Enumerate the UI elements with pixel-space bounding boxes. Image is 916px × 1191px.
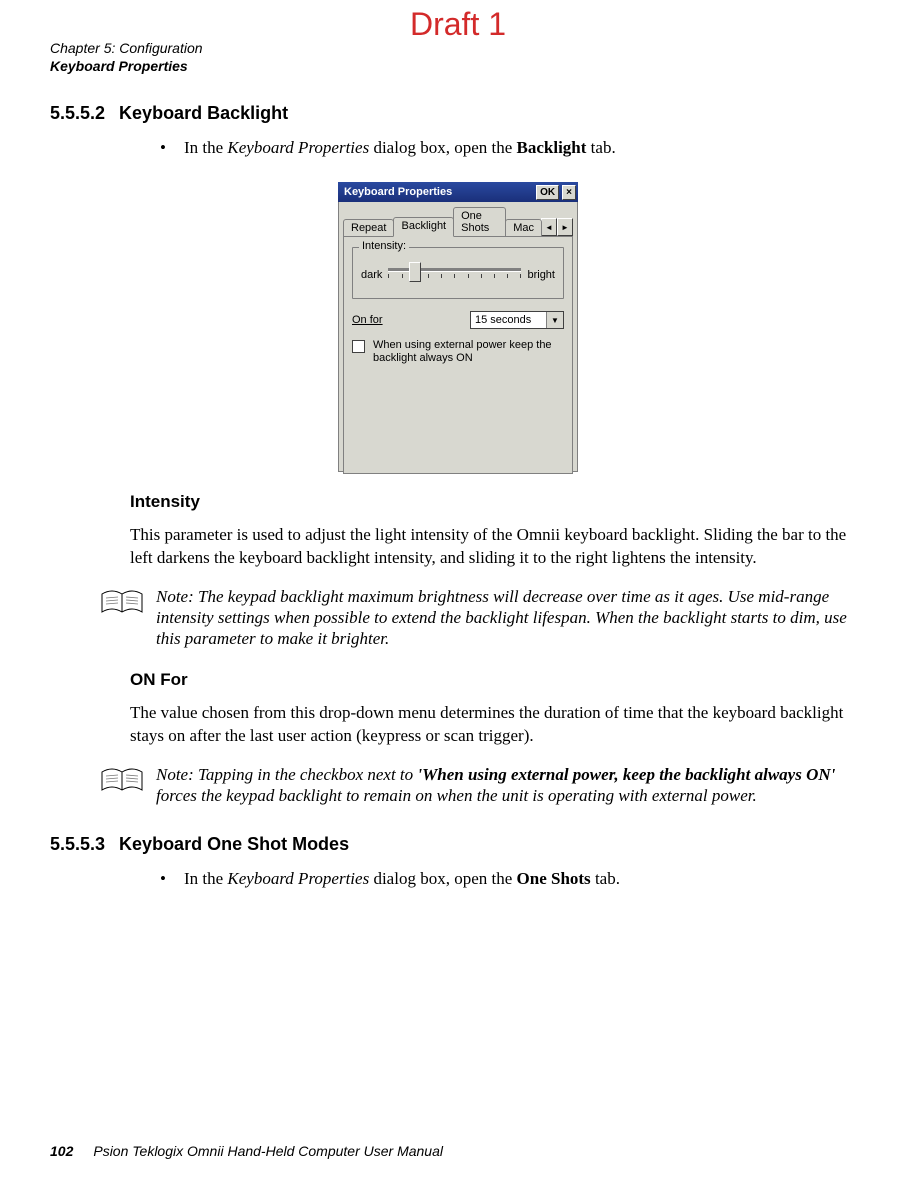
close-button[interactable]: × (562, 185, 576, 200)
dialog-title: Keyboard Properties (344, 186, 533, 198)
section-line: Keyboard Properties (50, 58, 866, 76)
text-fragment: dialog box, open the (369, 138, 516, 157)
on-for-select[interactable]: 15 seconds ▼ (470, 311, 564, 329)
tab-scroll-left-icon[interactable]: ◄ (541, 218, 557, 236)
intensity-legend: Intensity: (359, 240, 409, 252)
note-pre: Tapping in the checkbox next to (198, 765, 417, 784)
tab-scroll-right-icon[interactable]: ► (557, 218, 573, 236)
bullet-text: In the Keyboard Properties dialog box, o… (184, 869, 620, 889)
dark-label: dark (361, 269, 382, 281)
bullet-marker: • (160, 869, 166, 889)
onfor-body: The value chosen from this drop-down men… (130, 702, 866, 748)
section-title: Keyboard Backlight (119, 103, 288, 124)
tab-repeat[interactable]: Repeat (343, 219, 394, 237)
text-fragment: In the (184, 869, 227, 888)
external-power-checkbox[interactable] (352, 340, 365, 353)
text-emphasis: Keyboard Properties (227, 869, 369, 888)
keyboard-properties-dialog: Keyboard Properties OK × Repeat Backligh… (338, 182, 578, 472)
text-fragment: tab. (586, 138, 615, 157)
tab-panel: Intensity: dark bright (343, 236, 573, 474)
page-number: 102 (50, 1143, 73, 1159)
footer-text: Psion Teklogix Omnii Hand-Held Computer … (93, 1143, 443, 1159)
note-post: forces the keypad backlight to remain on… (156, 786, 757, 805)
note-text-body: The keypad backlight maximum brightness … (156, 587, 847, 649)
draft-watermark: Draft 1 (0, 6, 916, 43)
text-fragment: tab. (591, 869, 620, 888)
section-number: 5.5.5.2 (50, 103, 105, 124)
external-power-label: When using external power keep the backl… (373, 339, 564, 365)
tab-mac-partial[interactable]: Mac (505, 219, 542, 237)
note-prefix: Note: (156, 587, 198, 606)
dialog-titlebar[interactable]: Keyboard Properties OK × (338, 182, 578, 202)
bright-label: bright (527, 269, 555, 281)
book-icon (100, 766, 144, 801)
bullet-open-one-shots: • In the Keyboard Properties dialog box,… (160, 869, 866, 889)
section-5-5-5-2: 5.5.5.2 Keyboard Backlight (50, 103, 866, 124)
bullet-marker: • (160, 138, 166, 158)
ok-button[interactable]: OK (536, 185, 559, 200)
note-prefix: Note: (156, 765, 198, 784)
chapter-header: Chapter 5: Configuration Keyboard Proper… (50, 40, 866, 75)
text-bold: One Shots (517, 869, 591, 888)
section-number: 5.5.5.3 (50, 834, 105, 855)
note-onfor: Note: Tapping in the checkbox next to 'W… (100, 764, 866, 807)
text-emphasis: Keyboard Properties (227, 138, 369, 157)
chevron-down-icon[interactable]: ▼ (546, 312, 563, 328)
slider-thumb-icon[interactable] (409, 262, 421, 282)
page-footer: 102 Psion Teklogix Omnii Hand-Held Compu… (50, 1143, 443, 1159)
text-fragment: dialog box, open the (369, 869, 516, 888)
note-intensity: Note: The keypad backlight maximum brigh… (100, 586, 866, 650)
section-title: Keyboard One Shot Modes (119, 834, 349, 855)
onfor-heading: ON For (130, 670, 866, 690)
tab-bar: Repeat Backlight One Shots Mac ◄ ► (343, 206, 573, 236)
book-icon (100, 588, 144, 623)
tab-one-shots[interactable]: One Shots (453, 207, 506, 237)
text-bold: Backlight (517, 138, 587, 157)
intensity-body: This parameter is used to adjust the lig… (130, 524, 866, 570)
intensity-heading: Intensity (130, 492, 866, 512)
tab-backlight[interactable]: Backlight (393, 217, 454, 237)
bullet-text: In the Keyboard Properties dialog box, o… (184, 138, 616, 158)
intensity-slider[interactable] (388, 262, 521, 288)
note-bold: 'When using external power, keep the bac… (417, 765, 835, 784)
text-fragment: In the (184, 138, 227, 157)
on-for-label: On for (352, 314, 383, 326)
intensity-group: Intensity: dark bright (352, 247, 564, 299)
section-5-5-5-3: 5.5.5.3 Keyboard One Shot Modes (50, 834, 866, 855)
bullet-open-backlight: • In the Keyboard Properties dialog box,… (160, 138, 866, 158)
on-for-value: 15 seconds (475, 314, 531, 326)
